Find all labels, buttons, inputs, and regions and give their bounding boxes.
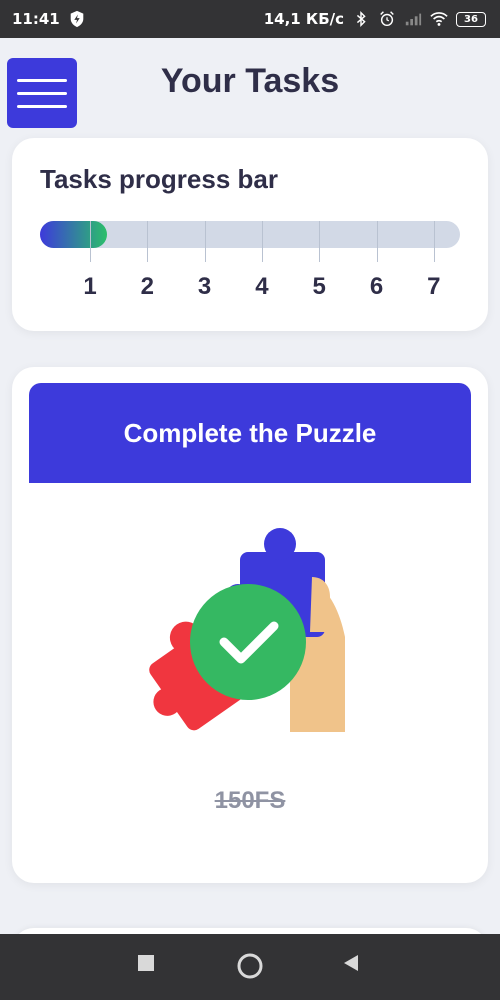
progress-step-label: 7 bbox=[427, 273, 441, 300]
puzzle-check-icon bbox=[149, 528, 345, 732]
progress-tick-stem bbox=[433, 248, 435, 262]
task-title: Complete the Puzzle bbox=[123, 417, 377, 448]
status-right: 14,1 КБ/с 36 bbox=[264, 10, 486, 28]
battery-icon: 36 bbox=[456, 11, 486, 27]
progress-tick-stem bbox=[90, 248, 91, 262]
progress-tick-stem bbox=[319, 248, 321, 262]
recents-square-icon[interactable] bbox=[137, 954, 155, 972]
task-reward: 150FS bbox=[214, 787, 286, 814]
progress-tick bbox=[90, 221, 91, 248]
progress-tick bbox=[319, 221, 321, 248]
navigation-bar bbox=[0, 934, 500, 1000]
progress-tick-stem bbox=[204, 248, 206, 262]
network-speed: 14,1 КБ/с bbox=[263, 10, 344, 28]
progress-tick-stem bbox=[147, 248, 149, 262]
wifi-icon bbox=[430, 12, 448, 26]
progress-tick bbox=[376, 221, 378, 248]
task-header: Complete the Puzzle bbox=[29, 383, 471, 483]
progress-step-label: 4 bbox=[255, 273, 269, 300]
progress-fill bbox=[40, 221, 108, 248]
signal-icon bbox=[405, 13, 422, 26]
progress-tick bbox=[204, 221, 206, 248]
home-circle-icon[interactable] bbox=[236, 952, 264, 980]
progress-step-label: 5 bbox=[312, 273, 326, 300]
progress-tick bbox=[261, 221, 263, 248]
page-title: Your Tasks bbox=[160, 62, 340, 100]
back-triangle-icon[interactable] bbox=[342, 954, 360, 972]
progress-step-label: 1 bbox=[83, 273, 97, 300]
shield-icon bbox=[70, 10, 84, 28]
alarm-icon bbox=[380, 11, 394, 27]
progress-step-label: 3 bbox=[197, 273, 212, 300]
progress-tick-stem bbox=[261, 248, 263, 262]
status-left: 11:41 bbox=[12, 10, 86, 28]
hamburger-menu-icon-line bbox=[17, 104, 67, 108]
progress-step-label: 6 bbox=[369, 273, 384, 300]
progress-tick-stem bbox=[376, 248, 378, 262]
progress-step-label: 2 bbox=[140, 273, 154, 300]
status-bar: 11:41 14,1 КБ/с 36 bbox=[0, 0, 500, 38]
progress-tick bbox=[147, 221, 149, 248]
check-circle bbox=[190, 584, 306, 700]
progress-tick bbox=[433, 221, 435, 248]
task-card[interactable]: Complete the Puzzle 150FS bbox=[12, 367, 488, 883]
progress-track bbox=[40, 221, 460, 248]
progress-title: Tasks progress bar bbox=[40, 164, 278, 194]
bluetooth-icon bbox=[356, 10, 366, 28]
progress-card: Tasks progress bar 1 2 3 4 5 6 7 bbox=[12, 138, 488, 331]
status-time: 11:41 bbox=[12, 10, 60, 28]
